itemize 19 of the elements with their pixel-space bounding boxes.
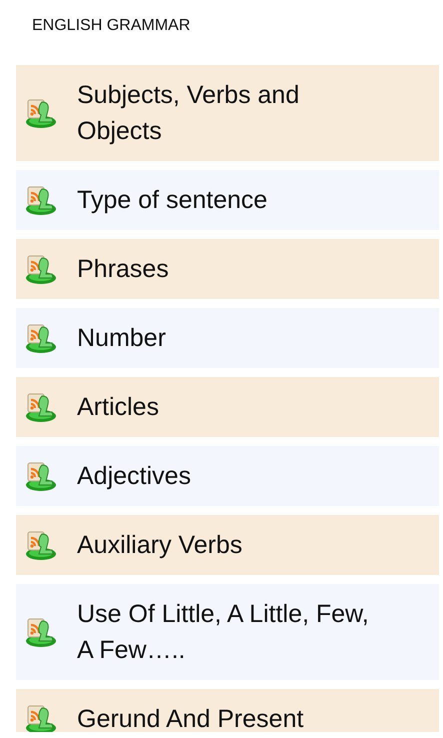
topic-item[interactable]: Number bbox=[16, 308, 439, 368]
topic-item[interactable]: Phrases bbox=[16, 239, 439, 299]
topic-item[interactable]: Auxiliary Verbs bbox=[16, 515, 439, 575]
topic-label: Auxiliary Verbs bbox=[77, 530, 244, 561]
topic-item[interactable]: Gerund And Present bbox=[16, 689, 439, 732]
topic-label: Use Of Little, A Little, Few, A Few….. bbox=[77, 599, 370, 666]
topic-label: Phrases bbox=[77, 254, 170, 285]
topic-item[interactable]: Subjects, Verbs and Objects bbox=[16, 65, 439, 161]
topic-label: Type of sentence bbox=[77, 185, 268, 216]
topic-label: Gerund And Present bbox=[77, 704, 305, 732]
page-title: ENGLISH GRAMMAR bbox=[32, 17, 190, 34]
topic-item[interactable]: Use Of Little, A Little, Few, A Few….. bbox=[16, 584, 439, 680]
topic-label: Articles bbox=[77, 392, 160, 423]
topic-item[interactable]: Type of sentence bbox=[16, 170, 439, 230]
topic-item[interactable]: Articles bbox=[16, 377, 439, 437]
topic-label: Adjectives bbox=[77, 461, 192, 492]
topic-item[interactable]: Adjectives bbox=[16, 446, 439, 506]
topic-label: Subjects, Verbs and Objects bbox=[77, 80, 300, 147]
topic-label: Number bbox=[77, 323, 167, 354]
